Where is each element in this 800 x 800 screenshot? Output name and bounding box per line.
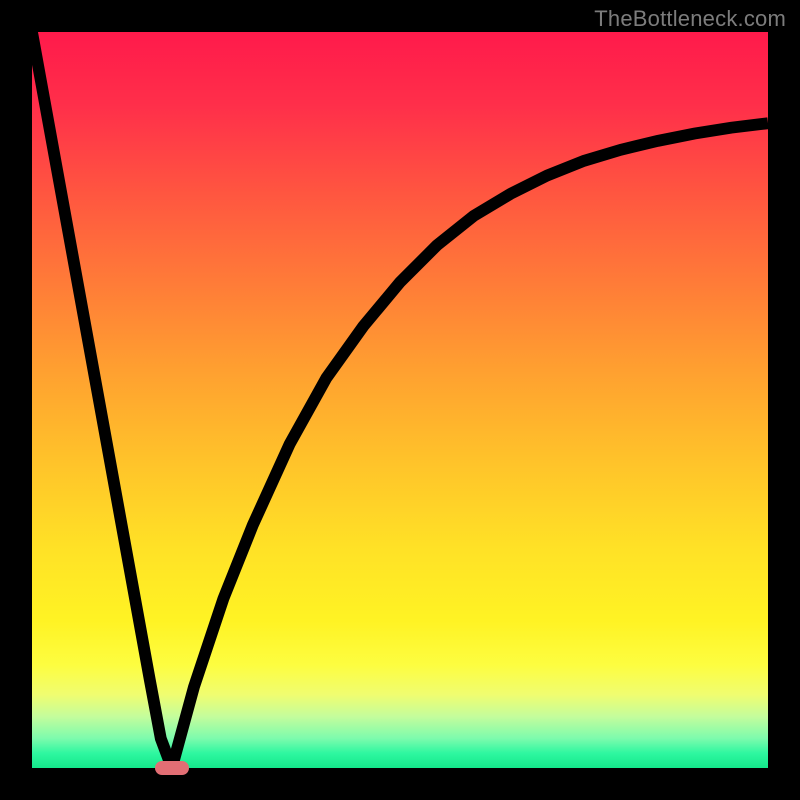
plot-area	[32, 32, 768, 768]
bottleneck-curve	[32, 32, 768, 768]
chart-frame: TheBottleneck.com	[0, 0, 800, 800]
optimal-point-marker	[155, 761, 189, 775]
attribution-label: TheBottleneck.com	[594, 6, 786, 32]
curve-layer	[32, 32, 768, 768]
